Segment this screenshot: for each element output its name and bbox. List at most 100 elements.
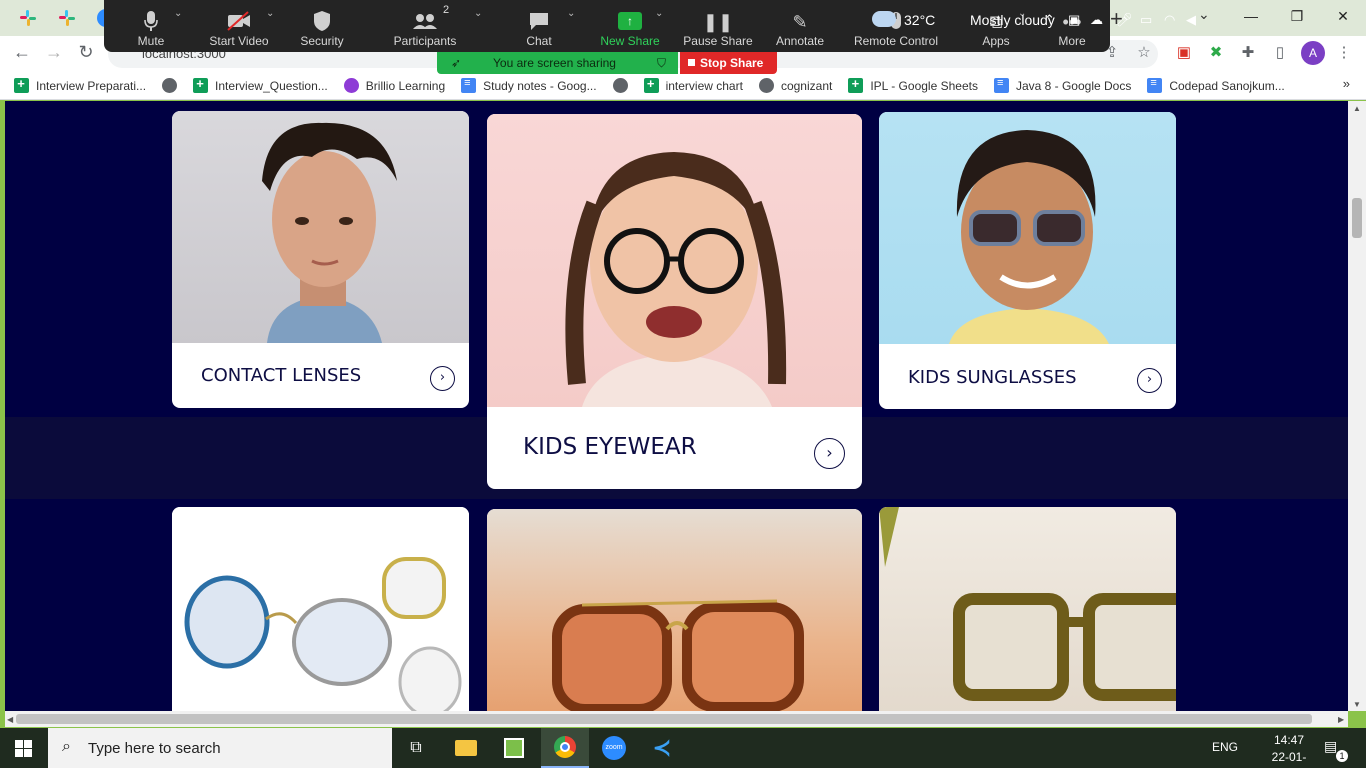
bookmark-item[interactable]	[612, 78, 628, 93]
man-portrait-image	[172, 111, 469, 343]
extensions-puzzle-icon[interactable]: ✚	[1237, 42, 1259, 64]
security-button[interactable]: Security	[296, 0, 348, 52]
girl-with-glasses-image	[487, 114, 862, 407]
forward-icon[interactable]: →	[43, 41, 65, 63]
vertical-scroll-thumb[interactable]	[1352, 198, 1362, 238]
sheets-icon	[643, 76, 659, 93]
bookmark-item[interactable]: IPL - Google Sheets	[848, 76, 978, 93]
language-indicator[interactable]: ENG	[1212, 740, 1238, 754]
pause-share-button[interactable]: ❚❚ Pause Share	[682, 0, 754, 52]
screen-sharing-indicator[interactable]: ➶ You are screen sharing ⛉	[437, 52, 678, 74]
chevron-down-icon[interactable]: ⌄	[174, 8, 182, 19]
onedrive-cloud-icon[interactable]: ☁	[1090, 12, 1103, 28]
pause-icon: ❚❚	[702, 12, 734, 32]
bookmark-item[interactable]: Codepad Sanojkum...	[1147, 77, 1285, 93]
folder-icon	[455, 740, 477, 756]
clock[interactable]: 14:47 22-01-2023	[1262, 732, 1316, 768]
chevron-up-icon[interactable]: ⌃	[1044, 12, 1055, 28]
bookmark-item[interactable]: cognizant	[758, 78, 832, 93]
bookmarks-overflow-icon[interactable]: »	[1343, 76, 1350, 91]
task-view-button[interactable]: ⧉	[392, 728, 440, 768]
category-card-eyeglasses[interactable]	[172, 507, 469, 711]
battery-icon[interactable]: ▭	[1140, 12, 1152, 28]
volume-icon[interactable]: ◀︎	[1186, 12, 1196, 28]
close-icon[interactable]: ✕	[1320, 0, 1366, 32]
card-label: KIDS EYEWEAR	[523, 434, 697, 460]
stop-share-button[interactable]: Stop Share	[680, 52, 777, 74]
search-icon: ⌕	[62, 738, 71, 755]
metal-frame-eyeglasses-image	[172, 507, 469, 711]
horizontal-scroll-thumb[interactable]	[16, 714, 1312, 724]
bookmark-star-icon[interactable]: ☆	[1133, 42, 1155, 64]
card-label: CONTACT LENSES	[201, 365, 362, 386]
chevron-right-icon[interactable]: ›	[430, 366, 455, 391]
bookmark-item[interactable]: interview chart	[643, 76, 743, 93]
share-arrow-icon: ↑	[618, 12, 642, 30]
category-card-kids-sunglasses[interactable]: KIDS SUNGLASSES ›	[879, 112, 1176, 409]
chat-button[interactable]: Chat	[514, 0, 564, 52]
docs-icon	[1147, 77, 1163, 93]
tab-search-chevron-icon[interactable]: ⌄	[1198, 6, 1210, 23]
bookmark-item[interactable]: Java 8 - Google Docs	[993, 77, 1131, 93]
slack-tab-icon[interactable]	[18, 8, 38, 28]
start-button[interactable]	[0, 728, 48, 768]
windows-taskbar: ⌕ Type here to search ⧉ zoom ≺	[0, 728, 1366, 768]
tortoise-sunglasses-image	[487, 509, 862, 711]
chrome-icon	[554, 736, 576, 758]
globe-icon	[612, 78, 628, 93]
category-card-kids-eyewear[interactable]: KIDS EYEWEAR ›	[487, 114, 862, 489]
annotate-button[interactable]: ✎ Annotate	[772, 0, 828, 52]
video-off-icon	[226, 10, 252, 34]
restore-icon[interactable]: ❐	[1274, 0, 1320, 32]
chat-bubble-icon	[528, 10, 550, 34]
olive-frames-image	[879, 507, 1176, 711]
card-label: KIDS SUNGLASSES	[908, 367, 1077, 388]
participants-icon	[411, 10, 439, 34]
minimize-icon[interactable]: —	[1228, 0, 1274, 32]
task-view-icon: ⧉	[410, 739, 422, 756]
reload-icon[interactable]: ↻	[75, 41, 97, 63]
chevron-right-icon[interactable]: ›	[814, 438, 845, 469]
bookmark-item[interactable]: Brillio Learning	[343, 78, 445, 93]
bookmark-item[interactable]: Study notes - Goog...	[461, 77, 597, 93]
scroll-down-arrow-icon[interactable]: ▼	[1353, 700, 1361, 709]
file-explorer-button[interactable]	[442, 728, 490, 768]
bookmark-item[interactable]: Interview Preparati...	[14, 76, 146, 93]
taskbar-search-input[interactable]: ⌕ Type here to search	[48, 728, 392, 768]
docs-icon	[461, 77, 477, 93]
zoom-app-button[interactable]: zoom	[590, 728, 638, 768]
scroll-right-arrow-icon[interactable]: ▶	[1338, 715, 1344, 724]
mute-button[interactable]: Mute	[126, 0, 176, 52]
new-share-button[interactable]: ↑ New Share	[598, 0, 662, 52]
bookmark-item[interactable]	[162, 78, 178, 93]
microphone-tray-icon[interactable]: 🎤︎	[1116, 12, 1133, 28]
participants-button[interactable]: Participants	[390, 0, 460, 52]
chrome-button[interactable]	[541, 728, 589, 768]
side-panel-icon[interactable]: ▯	[1269, 42, 1291, 64]
vscode-button[interactable]: ≺	[638, 728, 686, 768]
category-card-contact-lenses[interactable]: CONTACT LENSES ›	[172, 111, 469, 408]
extension-x-icon[interactable]: ✖	[1205, 42, 1227, 64]
vertical-scrollbar[interactable]	[1348, 101, 1366, 711]
chevron-down-icon[interactable]: ⌄	[567, 8, 575, 19]
chevron-down-icon[interactable]: ⌄	[655, 8, 663, 19]
menu-kebab-icon[interactable]: ⋮	[1333, 42, 1355, 64]
bookmark-item[interactable]: Interview_Question...	[193, 76, 328, 93]
back-icon[interactable]: ←	[11, 41, 33, 63]
slack-tab-icon-2[interactable]	[57, 8, 77, 28]
spreadsheet-app-button[interactable]	[490, 728, 538, 768]
avatar[interactable]: A	[1301, 41, 1325, 65]
chevron-down-icon[interactable]: ⌄	[474, 8, 482, 19]
wifi-icon[interactable]: ◠	[1164, 12, 1175, 28]
category-card-eyeglasses-olive[interactable]	[879, 507, 1176, 711]
scroll-left-arrow-icon[interactable]: ◀	[7, 715, 13, 724]
meet-now-icon[interactable]: ▣	[1068, 12, 1080, 28]
globe-icon	[162, 78, 178, 93]
chevron-down-icon[interactable]: ⌄	[266, 8, 274, 19]
page-content: CONTACT LENSES › KIDS EYEWEAR › KIDS SUN…	[5, 101, 1348, 711]
category-card-sunglasses[interactable]	[487, 509, 862, 711]
scroll-up-arrow-icon[interactable]: ▲	[1353, 104, 1361, 113]
extension-red-icon[interactable]: ▣	[1173, 42, 1195, 64]
start-video-button[interactable]: Start Video	[204, 0, 274, 52]
chevron-right-icon[interactable]: ›	[1137, 368, 1162, 393]
